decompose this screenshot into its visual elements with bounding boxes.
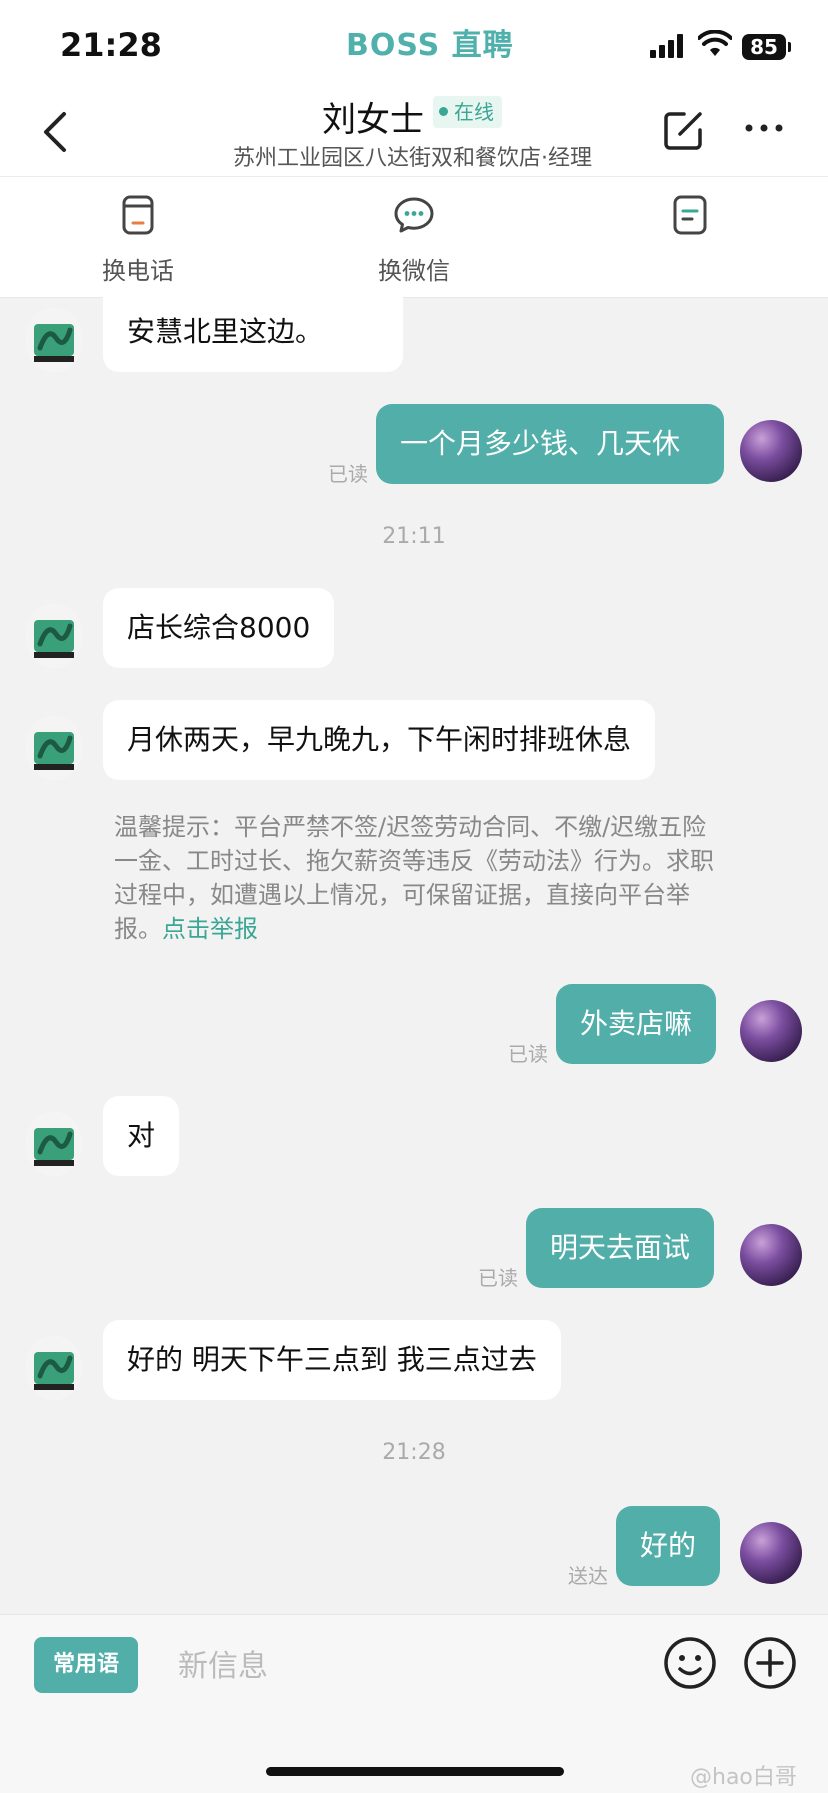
app-brand: BOSS 直聘 [346,28,514,63]
delivery-status: 送达 [568,1564,608,1588]
recruiter-avatar[interactable] [26,1112,82,1176]
read-receipt: 已读 [478,1266,518,1290]
quick-actions: 换电话 换微信 [0,177,828,298]
online-label: 在线 [454,100,494,124]
safety-tip: 温馨提示：平台严禁不签/迟签劳动合同、不缴/迟缴五险一金、工时过长、拖欠薪资等违… [114,810,724,946]
online-badge: 在线 [433,96,502,128]
read-receipt: 已读 [508,1042,548,1066]
recruiter-avatar[interactable] [26,308,82,372]
message-me: 外卖店嘛 [556,984,717,1064]
timestamp: 21:11 [382,524,446,549]
back-arrow-icon[interactable] [36,110,76,154]
wifi-icon [698,30,732,56]
plus-icon[interactable] [742,1635,798,1691]
emoji-icon[interactable] [662,1635,718,1691]
signal-icon [650,34,684,58]
recruiter-avatar[interactable] [26,604,82,668]
my-avatar[interactable] [740,1000,802,1062]
read-receipt: 已读 [328,462,368,486]
exchange-phone-label: 换电话 [102,257,174,285]
battery-indicator: 85 [742,34,791,60]
recruiter-avatar[interactable] [26,1336,82,1400]
report-link[interactable]: 点击举报 [162,915,258,943]
resume-button[interactable] [630,193,750,251]
home-indicator [266,1767,564,1776]
status-bar: 21:28 BOSS 直聘 85 [0,0,828,88]
status-time: 21:28 [60,26,162,64]
exchange-phone-button[interactable]: 换电话 [78,193,198,286]
message-me: 明天去面试 [526,1208,715,1288]
message-recruiter: 月休两天，早九晚九，下午闲时排班休息 [103,700,656,780]
message-me: 一个月多少钱、几天休 [376,404,724,484]
message-me: 好的 [616,1506,721,1586]
exchange-wechat-button[interactable]: 换微信 [354,193,474,286]
contact-name: 刘女士 [322,100,424,140]
online-dot-icon [439,107,448,116]
message-recruiter: 店长综合8000 [103,588,335,668]
exchange-wechat-label: 换微信 [378,257,450,285]
message-input[interactable] [178,1641,618,1691]
recruiter-avatar[interactable] [26,716,82,780]
more-options-icon[interactable] [744,116,784,140]
timestamp: 21:28 [382,1440,446,1465]
contact-company: 苏州工业园区八达街双和餐饮店·经理 [233,146,592,171]
edit-icon[interactable] [662,108,706,152]
message-recruiter: 安慧北里这边。 [103,292,404,372]
resume-icon [673,195,707,235]
watermark: @hao白哥 [690,1765,797,1790]
my-avatar[interactable] [740,1224,802,1286]
input-bar: 常用语 @hao白哥 [0,1614,828,1793]
my-avatar[interactable] [740,420,802,482]
my-avatar[interactable] [740,1522,802,1584]
wechat-icon [394,197,434,233]
message-recruiter: 好的 明天下午三点到 我三点过去 [103,1320,561,1400]
phone-card-icon [122,195,154,235]
common-phrases-button[interactable]: 常用语 [34,1637,138,1693]
chat-header: 刘女士 在线 苏州工业园区八达街双和餐饮店·经理 [0,88,828,177]
message-recruiter: 对 [103,1096,180,1176]
